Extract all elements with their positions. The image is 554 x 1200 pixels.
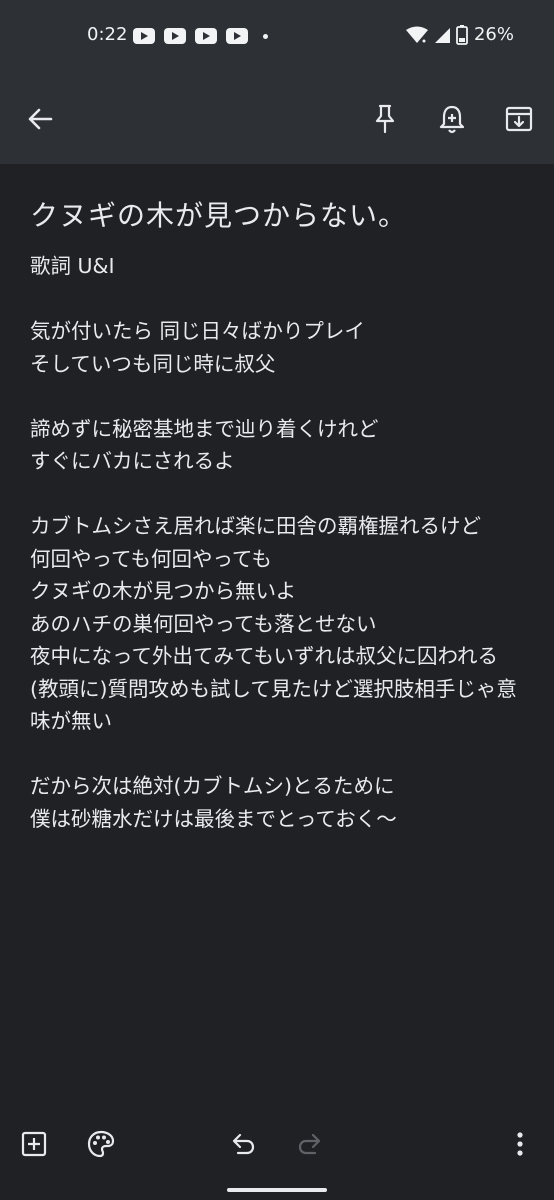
cell-signal-icon bbox=[434, 27, 450, 43]
more-vert-icon bbox=[517, 1132, 523, 1156]
youtube-icon bbox=[226, 28, 248, 44]
color-button[interactable] bbox=[83, 1126, 119, 1162]
youtube-icon bbox=[133, 28, 155, 44]
status-bar: 0:22 26% bbox=[0, 0, 554, 74]
back-button[interactable] bbox=[21, 100, 59, 138]
archive-button[interactable] bbox=[500, 100, 538, 138]
note-bottom-bar bbox=[0, 1110, 554, 1180]
undo-icon bbox=[232, 1133, 255, 1155]
home-indicator[interactable] bbox=[227, 1188, 327, 1192]
status-time: 0:22 bbox=[87, 24, 128, 45]
wifi-icon bbox=[405, 26, 428, 43]
add-content-button[interactable] bbox=[16, 1126, 52, 1162]
pin-icon bbox=[375, 104, 395, 134]
battery-icon bbox=[456, 24, 468, 45]
note-body[interactable]: 歌詞 U&I 気が付いたら 同じ日々ばかりプレイ そしていつも同じ時に叔父 諦め… bbox=[30, 250, 530, 835]
youtube-icon bbox=[195, 28, 217, 44]
note-toolbar bbox=[0, 74, 554, 164]
back-arrow-icon bbox=[28, 108, 53, 130]
youtube-icon bbox=[164, 28, 186, 44]
note-title[interactable]: クヌギの木が見つからない。 bbox=[30, 196, 530, 236]
more-options-button[interactable] bbox=[502, 1126, 538, 1162]
note-editor[interactable]: クヌギの木が見つからない。 歌詞 U&I 気が付いたら 同じ日々ばかりプレイ そ… bbox=[30, 196, 530, 835]
more-notifications-dot-icon bbox=[263, 33, 268, 39]
palette-icon bbox=[87, 1130, 115, 1158]
archive-icon bbox=[505, 106, 533, 132]
status-app-icons bbox=[133, 28, 268, 44]
pin-button[interactable] bbox=[366, 100, 404, 138]
redo-icon bbox=[298, 1133, 321, 1155]
redo-button[interactable] bbox=[292, 1126, 328, 1162]
reminder-bell-icon bbox=[439, 105, 465, 134]
add-box-icon bbox=[21, 1131, 47, 1157]
undo-button[interactable] bbox=[225, 1126, 261, 1162]
status-right: 26% bbox=[405, 24, 514, 45]
battery-percent: 26% bbox=[473, 24, 514, 45]
reminder-button[interactable] bbox=[433, 100, 471, 138]
